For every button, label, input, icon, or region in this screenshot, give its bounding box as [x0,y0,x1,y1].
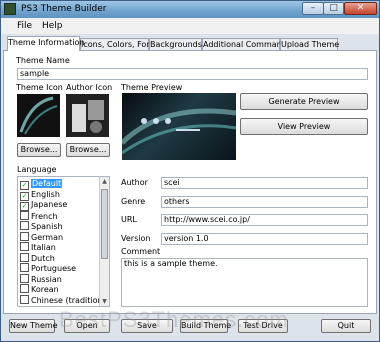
version-field[interactable]: version 1.0 [161,233,368,245]
menu-help[interactable]: Help [42,21,63,31]
quit-button[interactable]: Quit [321,319,371,333]
watermark-text: BestPS3Themes.com [59,307,289,332]
genre-field[interactable]: others [161,196,368,208]
checkbox-unchecked-icon[interactable] [20,221,29,230]
checkbox-unchecked-icon[interactable] [20,273,29,283]
language-item[interactable]: Portuguese [20,263,100,273]
language-item-label: Spanish [31,222,63,231]
language-item-label: English [31,189,60,199]
language-scrollbar[interactable]: ▲ ▼ [99,177,109,306]
language-item-label: German [31,232,64,242]
checkbox-unchecked-icon[interactable] [20,284,29,293]
preview-graphic [122,108,236,155]
language-item[interactable]: ✓ Japanese [20,200,100,211]
language-item[interactable]: Italian [20,242,100,252]
theme-icon-image [17,94,60,137]
comment-field[interactable]: this is a sample theme. [121,258,368,307]
tab-strip: Theme Information Icons, Colors, Font Ba… [3,36,377,51]
language-item-label: Korean [31,285,59,294]
generate-preview-button[interactable]: Generate Preview [240,93,368,110]
app-icon [4,3,16,15]
scroll-up-icon[interactable]: ▲ [100,177,109,186]
version-label: Version [121,234,151,243]
author-icon-label: Author Icon [66,83,113,92]
theme-icon-browse-button[interactable]: Browse... [17,143,61,157]
language-item-label: Italian [31,243,56,252]
new-theme-button[interactable]: New Theme [9,319,58,333]
language-item-label: Russian [31,274,62,284]
minimize-button[interactable]: – [302,2,324,15]
url-label: URL [121,215,137,224]
menu-file[interactable]: File [17,21,32,31]
view-preview-button[interactable]: View Preview [240,118,368,135]
author-field[interactable]: scei [161,177,368,189]
tab-theme-information[interactable]: Theme Information [7,36,84,51]
checkbox-unchecked-icon[interactable] [20,263,29,272]
language-item[interactable]: German [20,231,100,242]
theme-name-field[interactable]: sample [17,68,368,80]
language-item[interactable]: ✓ Default [20,179,100,190]
language-item-label: Portuguese [31,264,77,273]
window-title: PS3 Theme Builder [21,4,107,14]
language-item[interactable]: Russian [20,273,100,284]
comment-label: Comment [121,247,161,256]
maximize-button[interactable]: □ [323,2,344,15]
title-bar[interactable]: PS3 Theme Builder – □ ✕ [1,1,379,18]
checkbox-unchecked-icon[interactable] [20,242,29,251]
scroll-down-icon[interactable]: ▼ [100,297,109,306]
theme-icon-label: Theme Icon [16,83,63,92]
language-label: Language [17,165,57,174]
theme-icon-graphic [17,94,60,137]
language-list[interactable]: ✓ Default ✓ English ✓ Japanese French Spanish Ge… [17,176,110,307]
checkbox-unchecked-icon[interactable] [20,210,29,220]
language-item-label: Dutch [31,253,55,263]
language-item[interactable]: Korean [20,284,100,294]
close-button[interactable]: ✕ [344,2,377,15]
theme-preview-image [122,93,236,160]
language-item[interactable]: French [20,210,100,221]
language-item[interactable]: ✓ English [20,189,100,201]
author-icon-browse-button[interactable]: Browse... [66,143,110,157]
language-item-label: French [31,211,58,221]
language-item-label: Japanese [31,200,68,209]
language-item[interactable]: Chinese (traditional) [20,294,109,305]
checkbox-unchecked-icon[interactable] [20,231,29,241]
app-window: PS3 Theme Builder – □ ✕ File Help Theme … [0,0,380,342]
theme-name-label: Theme Name [16,56,70,65]
checkbox-unchecked-icon[interactable] [20,294,29,304]
checkbox-unchecked-icon[interactable] [20,252,29,262]
theme-information-panel: Theme Name sample Theme Icon Author Icon… [3,50,377,314]
author-icon-image [66,94,109,137]
language-item[interactable]: Dutch [20,252,100,263]
menu-bar: File Help [1,18,379,34]
author-icon-graphic [66,94,109,137]
theme-preview-label: Theme Preview [121,83,183,92]
author-label: Author [121,178,148,187]
url-field[interactable]: http://www.scei.co.jp/ [161,214,368,226]
genre-label: Genre [121,197,146,206]
language-item[interactable]: Spanish [20,221,100,231]
language-item-label: Default [31,179,63,188]
scroll-thumb[interactable] [101,189,108,259]
